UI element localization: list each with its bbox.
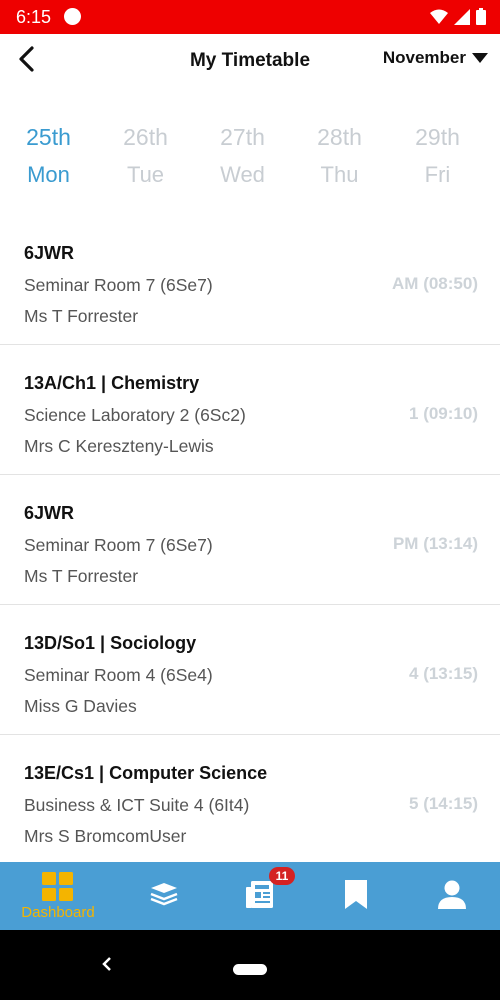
day-name: Thu: [320, 162, 359, 187]
day-tab-tue[interactable]: 26th Tue: [97, 118, 194, 194]
lesson-item[interactable]: 13D/So1 | Sociology Seminar Room 4 (6Se4…: [0, 605, 500, 735]
day-date: 29th: [415, 124, 460, 150]
battery-icon: [476, 8, 486, 25]
lesson-room: Seminar Room 4 (6Se4): [24, 665, 213, 685]
day-tab-fri[interactable]: 29th Fri: [389, 118, 486, 194]
lesson-item[interactable]: 6JWR Seminar Room 7 (6Se7) Ms T Forreste…: [0, 475, 500, 605]
dot-icon: [64, 8, 81, 25]
app-header: My Timetable November: [0, 34, 500, 88]
month-label: November: [382, 48, 466, 67]
signal-icon: [454, 8, 470, 25]
profile-icon: [438, 880, 466, 909]
lesson-teacher: Mrs S BromcomUser: [24, 826, 187, 846]
status-bar: 6:15: [0, 0, 500, 34]
day-tab-thu[interactable]: 28th Thu: [291, 118, 388, 194]
day-date: 28th: [317, 124, 362, 150]
lesson-item[interactable]: 13A/Ch1 | Chemistry Science Laboratory 2…: [0, 345, 500, 475]
lesson-title: 6JWR: [24, 503, 75, 523]
system-nav-bar: [0, 930, 500, 1000]
day-date: 27th: [220, 124, 265, 150]
books-icon: [150, 883, 178, 906]
lesson-title: 13A/Ch1 | Chemistry: [24, 373, 200, 393]
status-time: 6:15: [16, 7, 52, 27]
lesson-title: 13E/Cs1 | Computer Science: [24, 763, 268, 783]
lesson-period: 1 (09:10): [409, 404, 478, 423]
notification-badge: 11: [269, 867, 295, 885]
caret-down-icon: [472, 53, 488, 63]
nav-news[interactable]: 11: [210, 862, 310, 930]
wifi-icon: [430, 9, 448, 24]
day-date: 26th: [123, 124, 168, 150]
lesson-period: AM (08:50): [392, 274, 478, 293]
nav-bookmarks[interactable]: [306, 862, 406, 930]
day-tab-mon[interactable]: 25th Mon: [0, 118, 97, 194]
day-selector: 25th Mon 26th Tue 27th Wed 28th Thu 29th…: [0, 118, 500, 198]
dashboard-icon: [42, 872, 73, 901]
day-tab-wed[interactable]: 27th Wed: [194, 118, 291, 194]
day-name: Wed: [220, 162, 265, 187]
lesson-title: 13D/So1 | Sociology: [24, 633, 197, 653]
lesson-teacher: Miss G Davies: [24, 696, 137, 716]
nav-books[interactable]: [114, 862, 214, 930]
bottom-nav: Dashboard 11: [0, 862, 500, 930]
day-name: Mon: [27, 162, 70, 187]
lesson-item[interactable]: 13E/Cs1 | Computer Science Business & IC…: [0, 735, 500, 865]
lesson-title: 6JWR: [24, 243, 75, 263]
lesson-list: 6JWR Seminar Room 7 (6Se7) Ms T Forreste…: [0, 215, 500, 865]
nav-profile[interactable]: [402, 862, 500, 930]
day-name: Fri: [424, 162, 451, 187]
status-icons: [430, 8, 486, 25]
news-icon: [246, 881, 273, 908]
system-home-button[interactable]: [233, 964, 267, 975]
lesson-period: PM (13:14): [392, 534, 478, 553]
system-back-icon[interactable]: [100, 956, 114, 972]
day-date: 25th: [26, 124, 71, 150]
day-name: Tue: [126, 162, 165, 187]
bookmark-icon: [345, 880, 367, 909]
month-select[interactable]: November: [383, 48, 488, 68]
lesson-room: Seminar Room 7 (6Se7): [24, 535, 213, 555]
lesson-teacher: Mrs C Kereszteny-Lewis: [24, 436, 214, 456]
nav-label: Dashboard: [21, 904, 95, 921]
lesson-period: 5 (14:15): [409, 794, 478, 813]
lesson-teacher: Ms T Forrester: [24, 306, 139, 326]
nav-dashboard[interactable]: Dashboard: [8, 862, 108, 930]
lesson-room: Business & ICT Suite 4 (6It4): [24, 795, 250, 815]
lesson-room: Seminar Room 7 (6Se7): [24, 275, 213, 295]
lesson-teacher: Ms T Forrester: [24, 566, 139, 586]
lesson-room: Science Laboratory 2 (6Sc2): [24, 405, 246, 425]
lesson-period: 4 (13:15): [409, 664, 478, 683]
lesson-item[interactable]: 6JWR Seminar Room 7 (6Se7) Ms T Forreste…: [0, 215, 500, 345]
